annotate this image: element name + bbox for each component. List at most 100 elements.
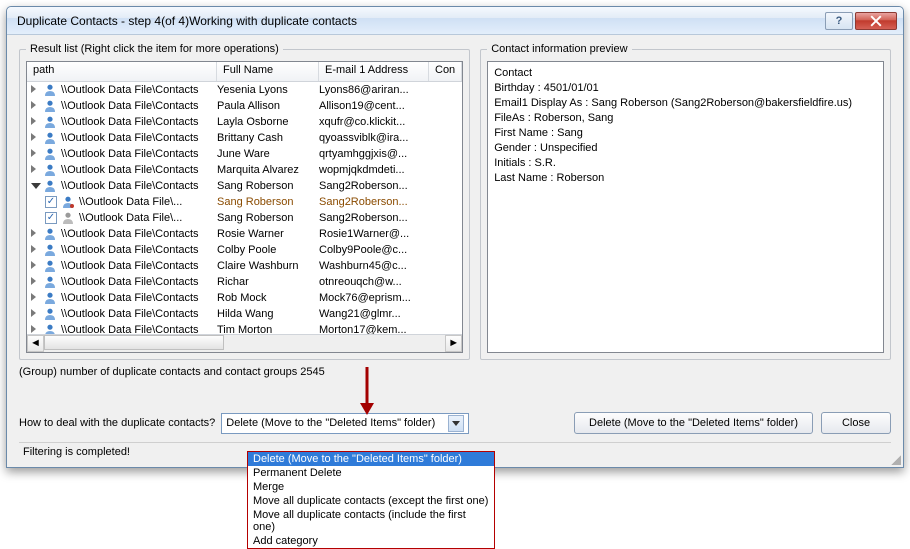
table-row[interactable]: \\Outlook Data File\ContactsLayla Osborn… <box>27 114 462 130</box>
expand-icon[interactable] <box>31 85 41 95</box>
row-checkbox[interactable] <box>45 212 57 224</box>
table-row[interactable]: \\Outlook Data File\ContactsJune Wareqrt… <box>27 146 462 162</box>
table-row[interactable]: \\Outlook Data File\ContactsYesenia Lyon… <box>27 82 462 98</box>
dropdown-option[interactable]: Move all duplicate contacts (except the … <box>248 494 494 508</box>
row-path: \\Outlook Data File\Contacts <box>61 228 217 240</box>
expand-icon[interactable] <box>31 293 41 303</box>
apply-action-button[interactable]: Delete (Move to the "Deleted Items" fold… <box>574 412 813 434</box>
horizontal-scrollbar[interactable]: ◄ ► <box>27 334 462 351</box>
window-title: Duplicate Contacts - step 4(of 4)Working… <box>17 14 823 28</box>
close-window-button[interactable] <box>855 12 897 30</box>
dropdown-option[interactable]: Permanent Delete <box>248 466 494 480</box>
row-fullname: Brittany Cash <box>217 132 319 144</box>
row-fullname: Layla Osborne <box>217 116 319 128</box>
expand-icon[interactable] <box>31 309 41 319</box>
expand-icon[interactable] <box>31 117 41 127</box>
expand-icon[interactable] <box>31 261 41 271</box>
expand-icon[interactable] <box>31 229 41 239</box>
table-row[interactable]: \\Outlook Data File\ContactsMarquita Alv… <box>27 162 462 178</box>
titlebar[interactable]: Duplicate Contacts - step 4(of 4)Working… <box>7 7 903 35</box>
row-path: \\Outlook Data File\... <box>79 212 217 224</box>
col-email[interactable]: E-mail 1 Address <box>319 62 429 81</box>
table-row[interactable]: \\Outlook Data File\ContactsHilda WangWa… <box>27 306 462 322</box>
row-path: \\Outlook Data File\Contacts <box>61 292 217 304</box>
annotation-arrow-icon <box>357 367 377 420</box>
result-tree[interactable]: path Full Name E-mail 1 Address Con \\Ou… <box>26 61 463 353</box>
row-fullname: Yesenia Lyons <box>217 84 319 96</box>
resize-grip-icon[interactable] <box>889 453 901 465</box>
table-row[interactable]: \\Outlook Data File\...Sang RobersonSang… <box>27 210 462 226</box>
combobox-value: Delete (Move to the "Deleted Items" fold… <box>226 417 448 429</box>
row-email: wopmjqkdmdeti... <box>319 164 429 176</box>
expand-icon[interactable] <box>31 149 41 159</box>
col-path[interactable]: path <box>27 62 217 81</box>
row-email: Wang21@glmr... <box>319 308 429 320</box>
row-path: \\Outlook Data File\Contacts <box>61 244 217 256</box>
row-fullname: Sang Roberson <box>217 212 319 224</box>
dropdown-option[interactable]: Move all duplicate contacts (include the… <box>248 508 494 534</box>
row-path: \\Outlook Data File\Contacts <box>61 132 217 144</box>
preview-line: First Name : Sang <box>494 126 877 141</box>
col-fullname[interactable]: Full Name <box>217 62 319 81</box>
row-path: \\Outlook Data File\Contacts <box>61 148 217 160</box>
table-row[interactable]: \\Outlook Data File\ContactsRosie Warner… <box>27 226 462 242</box>
collapse-icon[interactable] <box>31 181 41 191</box>
table-row[interactable]: \\Outlook Data File\ContactsClaire Washb… <box>27 258 462 274</box>
row-path: \\Outlook Data File\Contacts <box>61 164 217 176</box>
row-email: Allison19@cent... <box>319 100 429 112</box>
dropdown-option[interactable]: Add category <box>248 534 494 548</box>
preview-text[interactable]: ContactBirthday : 4501/01/01Email1 Displ… <box>487 61 884 353</box>
row-path: \\Outlook Data File\Contacts <box>61 276 217 288</box>
column-headers[interactable]: path Full Name E-mail 1 Address Con <box>27 62 462 82</box>
table-row[interactable]: \\Outlook Data File\ContactsRicharotnreo… <box>27 274 462 290</box>
row-fullname: Sang Roberson <box>217 180 319 192</box>
table-row[interactable]: \\Outlook Data File\ContactsRob MockMock… <box>27 290 462 306</box>
scroll-left-arrow-icon[interactable]: ◄ <box>27 335 44 352</box>
row-fullname: Hilda Wang <box>217 308 319 320</box>
row-email: xqufr@co.klickit... <box>319 116 429 128</box>
action-label: How to deal with the duplicate contacts? <box>19 417 215 429</box>
dropdown-option[interactable]: Delete (Move to the "Deleted Items" fold… <box>248 452 494 466</box>
contact-icon <box>43 115 57 129</box>
row-fullname: Richar <box>217 276 319 288</box>
row-email: otnreouqch@w... <box>319 276 429 288</box>
preview-line: Email1 Display As : Sang Roberson (Sang2… <box>494 96 877 111</box>
close-button[interactable]: Close <box>821 412 891 434</box>
action-combobox[interactable]: Delete (Move to the "Deleted Items" fold… <box>221 413 469 434</box>
scroll-thumb[interactable] <box>44 335 224 350</box>
row-path: \\Outlook Data File\Contacts <box>61 84 217 96</box>
row-fullname: Marquita Alvarez <box>217 164 319 176</box>
scroll-track[interactable] <box>44 335 445 352</box>
row-email: Sang2Roberson... <box>319 196 429 208</box>
row-checkbox[interactable] <box>45 196 57 208</box>
preview-panel: Contact information preview ContactBirth… <box>480 43 891 360</box>
row-email: Lyons86@ariran... <box>319 84 429 96</box>
row-path: \\Outlook Data File\Contacts <box>61 308 217 320</box>
expand-icon[interactable] <box>31 133 41 143</box>
table-row[interactable]: \\Outlook Data File\ContactsPaula Alliso… <box>27 98 462 114</box>
row-email: Colby9Poole@c... <box>319 244 429 256</box>
table-row[interactable]: \\Outlook Data File\ContactsBrittany Cas… <box>27 130 462 146</box>
help-button[interactable] <box>825 12 853 30</box>
row-email: qyoassviblk@ira... <box>319 132 429 144</box>
expand-icon[interactable] <box>31 277 41 287</box>
contact-icon <box>61 195 75 209</box>
action-dropdown-list[interactable]: Delete (Move to the "Deleted Items" fold… <box>247 451 495 549</box>
row-email: qrtyamhggjxis@... <box>319 148 429 160</box>
row-path: \\Outlook Data File\Contacts <box>61 324 217 334</box>
table-row[interactable]: \\Outlook Data File\ContactsTim MortonMo… <box>27 322 462 334</box>
contact-icon <box>43 179 57 193</box>
expand-icon[interactable] <box>31 325 41 334</box>
scroll-right-arrow-icon[interactable]: ► <box>445 335 462 352</box>
table-row[interactable]: \\Outlook Data File\...Sang RobersonSang… <box>27 194 462 210</box>
chevron-down-icon[interactable] <box>448 415 464 432</box>
expand-icon[interactable] <box>31 101 41 111</box>
row-email: Rosie1Warner@... <box>319 228 429 240</box>
table-row[interactable]: \\Outlook Data File\ContactsColby PooleC… <box>27 242 462 258</box>
row-fullname: June Ware <box>217 148 319 160</box>
col-rest[interactable]: Con <box>429 62 462 81</box>
expand-icon[interactable] <box>31 245 41 255</box>
table-row[interactable]: \\Outlook Data File\ContactsSang Roberso… <box>27 178 462 194</box>
dropdown-option[interactable]: Merge <box>248 480 494 494</box>
expand-icon[interactable] <box>31 165 41 175</box>
